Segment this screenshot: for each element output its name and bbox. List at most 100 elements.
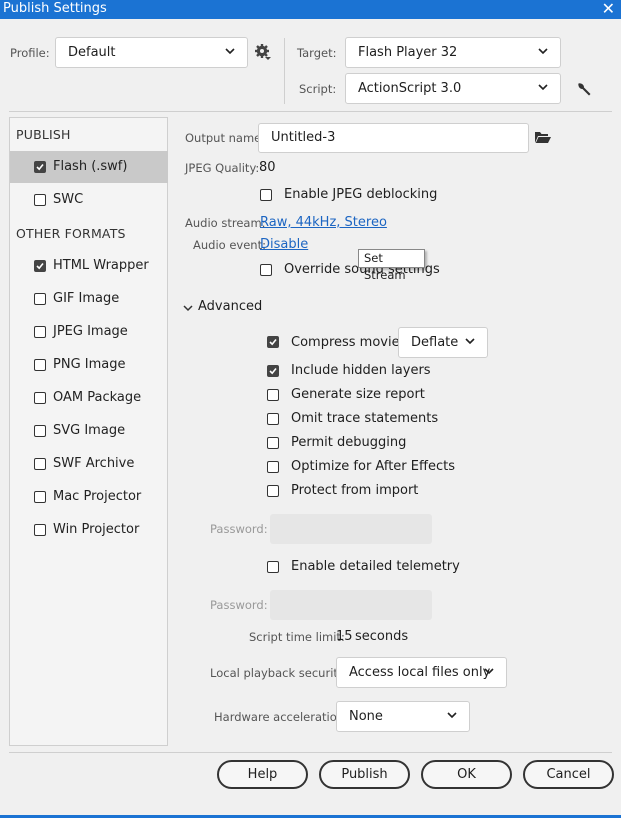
folder-icon[interactable] — [535, 131, 551, 144]
chevron-down-icon — [225, 48, 235, 55]
output-name-input[interactable]: Untitled-3 — [258, 123, 529, 153]
swc-checkbox[interactable] — [34, 194, 46, 206]
gear-icon[interactable] — [254, 43, 272, 61]
chevron-down-icon — [447, 712, 457, 719]
cancel-button[interactable]: Cancel — [523, 760, 614, 789]
audio-stream-link[interactable]: Raw, 44kHz, Stereo — [260, 215, 387, 230]
flash-swf-checkbox[interactable] — [34, 161, 46, 173]
script-time-limit-value[interactable]: 15 — [336, 629, 353, 644]
include-hidden-layers-label: Include hidden layers — [291, 363, 431, 378]
format-item-swf-archive[interactable]: SWF Archive — [10, 448, 168, 480]
telemetry-password-label: Password: — [210, 598, 268, 612]
format-item-oam-package[interactable]: OAM Package — [10, 382, 168, 414]
window-title: Publish Settings — [3, 1, 107, 16]
password-label: Password: — [210, 522, 268, 536]
publish-button[interactable]: Publish — [319, 760, 410, 789]
format-item-label: JPEG Image — [53, 324, 128, 339]
hardware-accel-label: Hardware acceleration: — [214, 710, 348, 724]
script-time-limit-label: Script time limit: — [249, 630, 345, 644]
format-item-win-projector[interactable]: Win Projector — [10, 514, 168, 546]
profile-label: Profile: — [10, 46, 50, 60]
close-icon[interactable]: ✕ — [602, 0, 615, 18]
format-item-svg-image[interactable]: SVG Image — [10, 415, 168, 447]
generate-size-report-checkbox[interactable] — [267, 389, 279, 401]
bottom-divider — [9, 752, 612, 753]
compress-movie-checkbox[interactable] — [267, 336, 279, 348]
script-dropdown[interactable]: ActionScript 3.0 — [345, 73, 561, 104]
generate-size-report-label: Generate size report — [291, 387, 425, 402]
top-divider-horizontal — [9, 111, 612, 112]
svg-image-checkbox[interactable] — [34, 425, 46, 437]
gif-image-checkbox[interactable] — [34, 293, 46, 305]
set-stream-tooltip: Set Stream — [358, 249, 425, 282]
format-item-flash-swf[interactable]: Flash (.swf) — [10, 151, 168, 183]
png-image-checkbox[interactable] — [34, 359, 46, 371]
format-item-label: SVG Image — [53, 423, 126, 438]
html-wrapper-checkbox[interactable] — [34, 260, 46, 272]
help-button[interactable]: Help — [217, 760, 308, 789]
target-label: Target: — [297, 46, 337, 60]
ok-button[interactable]: OK — [421, 760, 512, 789]
jpeg-image-checkbox[interactable] — [34, 326, 46, 338]
jpeg-quality-label: JPEG Quality: — [185, 161, 260, 175]
wrench-icon[interactable] — [576, 81, 592, 97]
format-item-label: HTML Wrapper — [53, 258, 149, 273]
audio-event-link[interactable]: Disable — [260, 237, 308, 252]
compression-dropdown[interactable]: Deflate — [398, 327, 488, 358]
override-sound-checkbox[interactable] — [260, 264, 272, 276]
compress-movie-label: Compress movie — [291, 335, 400, 350]
format-item-gif-image[interactable]: GIF Image — [10, 283, 168, 315]
swf-archive-checkbox[interactable] — [34, 458, 46, 470]
password-input — [270, 514, 432, 544]
format-item-label: OAM Package — [53, 390, 142, 405]
protect-from-import-checkbox[interactable] — [267, 485, 279, 497]
other-formats-header: OTHER FORMATS — [16, 226, 126, 241]
format-item-label: PNG Image — [53, 357, 126, 372]
omit-trace-statements-checkbox[interactable] — [267, 413, 279, 425]
optimize-after-effects-checkbox[interactable] — [267, 461, 279, 473]
format-item-mac-projector[interactable]: Mac Projector — [10, 481, 168, 513]
format-item-swc[interactable]: SWC — [10, 184, 168, 216]
format-item-label: GIF Image — [53, 291, 120, 306]
format-item-html-wrapper[interactable]: HTML Wrapper — [10, 250, 168, 282]
chevron-down-icon — [538, 48, 548, 55]
script-time-limit-unit: seconds — [355, 629, 409, 644]
publish-header: PUBLISH — [16, 127, 71, 142]
audio-stream-label: Audio stream: — [185, 216, 266, 230]
target-dropdown[interactable]: Flash Player 32 — [345, 37, 561, 68]
chevron-down-icon — [465, 338, 475, 345]
output-name-label: Output name: — [185, 131, 266, 145]
omit-trace-statements-label: Omit trace statements — [291, 411, 439, 426]
format-item-png-image[interactable]: PNG Image — [10, 349, 168, 381]
enable-jpeg-deblocking-checkbox[interactable] — [260, 189, 272, 201]
advanced-section-header[interactable]: Advanced — [198, 299, 262, 314]
win-projector-checkbox[interactable] — [34, 524, 46, 536]
format-item-jpeg-image[interactable]: JPEG Image — [10, 316, 168, 348]
target-value: Flash Player 32 — [358, 45, 458, 60]
format-item-label: Win Projector — [53, 522, 140, 537]
profile-dropdown[interactable]: Default — [55, 37, 248, 68]
local-playback-value: Access local files only — [349, 665, 491, 680]
oam-package-checkbox[interactable] — [34, 392, 46, 404]
chevron-down-icon — [484, 668, 494, 675]
format-item-label: Flash (.swf) — [53, 159, 128, 174]
local-playback-label: Local playback security: — [210, 666, 348, 680]
local-playback-dropdown[interactable]: Access local files only — [336, 657, 507, 688]
protect-from-import-label: Protect from import — [291, 483, 419, 498]
chevron-down-icon — [538, 84, 548, 91]
audio-event-label: Audio event: — [193, 238, 266, 252]
permit-debugging-checkbox[interactable] — [267, 437, 279, 449]
mac-projector-checkbox[interactable] — [34, 491, 46, 503]
enable-jpeg-deblocking-label: Enable JPEG deblocking — [284, 187, 438, 202]
include-hidden-layers-checkbox[interactable] — [267, 365, 279, 377]
format-item-label: Mac Projector — [53, 489, 142, 504]
telemetry-password-input — [270, 590, 432, 620]
profile-value: Default — [68, 45, 116, 60]
optimize-after-effects-label: Optimize for After Effects — [291, 459, 455, 474]
jpeg-quality-value[interactable]: 80 — [259, 160, 276, 175]
enable-telemetry-checkbox[interactable] — [267, 561, 279, 573]
hardware-accel-dropdown[interactable]: None — [336, 701, 470, 732]
format-item-label: SWC — [53, 192, 84, 207]
advanced-chevron-down-icon[interactable] — [183, 302, 193, 312]
enable-telemetry-label: Enable detailed telemetry — [291, 559, 460, 574]
